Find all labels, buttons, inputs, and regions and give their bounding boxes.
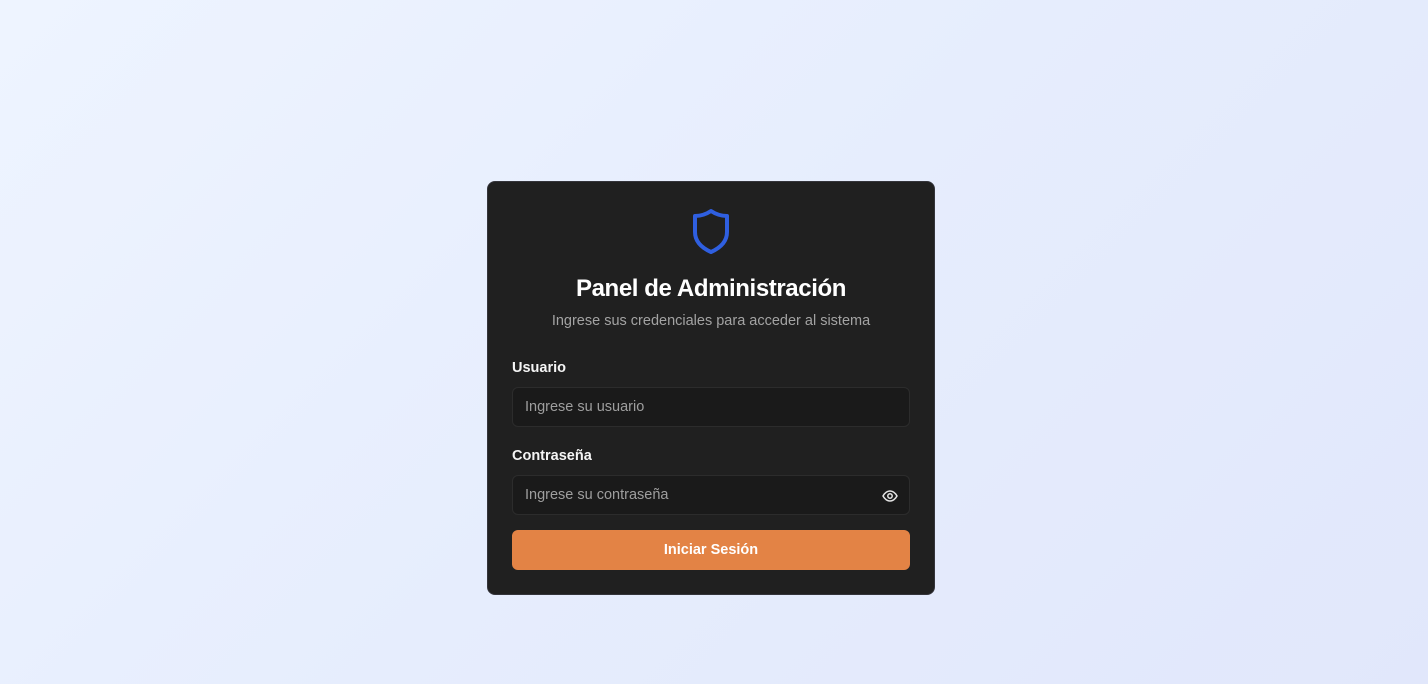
login-button[interactable]: Iniciar Sesión [512, 530, 910, 570]
password-label: Contraseña [512, 448, 592, 464]
page-subtitle: Ingrese sus credenciales para acceder al… [551, 313, 871, 329]
page-title: Panel de Administración [576, 275, 846, 302]
username-label: Usuario [512, 360, 566, 376]
username-input[interactable] [513, 388, 909, 426]
password-input[interactable] [513, 476, 909, 514]
eye-icon[interactable] [881, 487, 899, 505]
password-field-container [512, 475, 910, 515]
login-card: Panel de Administración Ingrese sus cred… [487, 181, 935, 595]
username-field-container [512, 387, 910, 427]
shield-icon [691, 207, 731, 255]
